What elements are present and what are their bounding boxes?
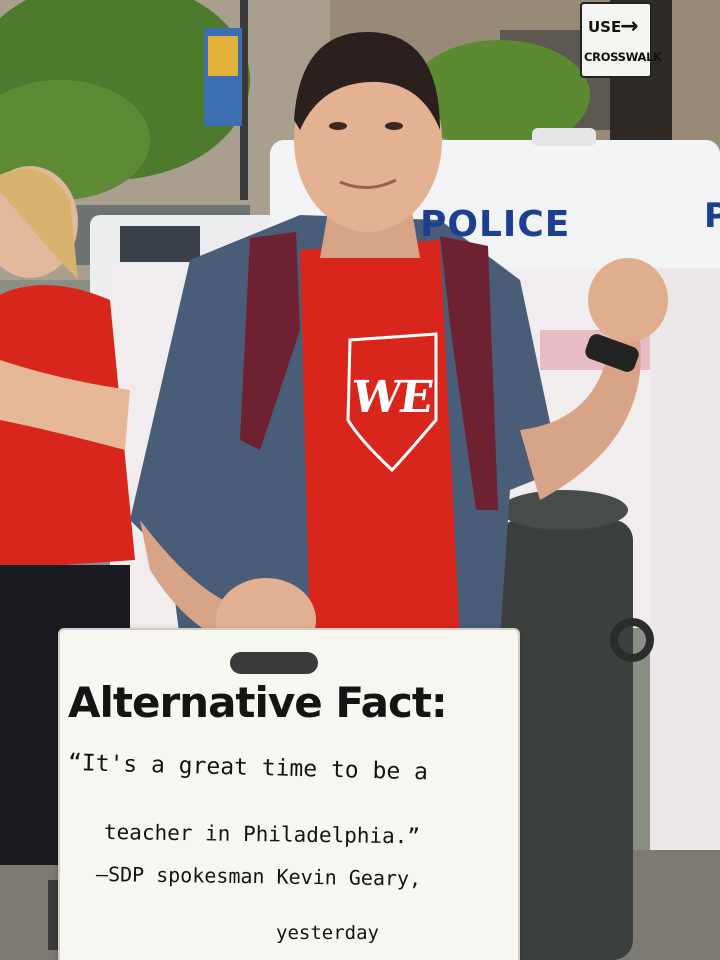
sign-use-label: USE: [588, 18, 622, 36]
right-eye: [385, 122, 403, 130]
sign-date: yesterday: [276, 922, 379, 944]
photo-scene: USE → CROSSWALK POLICE P WE Alternative …: [0, 0, 720, 960]
car-window: [120, 226, 200, 262]
red-tshirt: [300, 240, 460, 640]
crosswalk-sign: USE → CROSSWALK: [580, 2, 662, 78]
sign-quote-line2: teacher in Philadelphia.”: [103, 820, 421, 849]
van-lettering-right: P: [704, 196, 720, 236]
pole-banner-graphic: [208, 36, 238, 76]
raised-fist: [588, 258, 668, 342]
van-roof-light: [532, 128, 596, 146]
left-eye: [329, 122, 347, 130]
sign-title: Alternative Fact:: [68, 678, 448, 727]
van-police-lettering: POLICE: [420, 204, 571, 245]
shirt-logo-text: WE: [348, 372, 435, 423]
sign-arrow-icon: →: [620, 14, 639, 39]
sign-crosswalk-label: CROSSWALK: [584, 50, 662, 64]
bollard-top: [500, 490, 628, 530]
sign-attribution: –SDP spokesman Kevin Geary,: [95, 862, 422, 891]
sign-handle: [230, 652, 318, 674]
protest-sign: Alternative Fact: “It's a great time to …: [58, 628, 520, 960]
sign-quote-line1: “It's a great time to be a: [67, 750, 429, 786]
